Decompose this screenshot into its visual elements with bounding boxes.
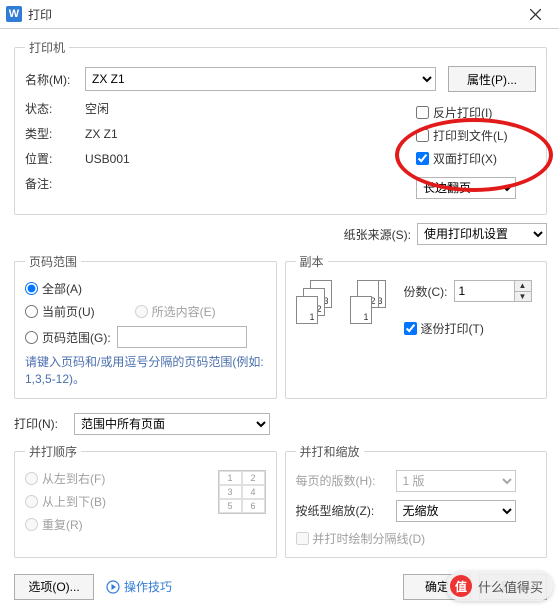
order-repeat: 重复(R)	[25, 516, 208, 533]
close-button[interactable]	[515, 1, 555, 27]
collate-checkbox[interactable]: 逐份打印(T)	[404, 320, 532, 337]
range-pages-input[interactable]	[117, 326, 247, 348]
type-value: ZX Z1	[85, 127, 118, 141]
app-icon: W	[6, 6, 22, 22]
range-all[interactable]: 全部(A)	[25, 280, 266, 297]
order-lr: 从左到右(F)	[25, 470, 208, 487]
watermark: 值 什么值得买	[446, 571, 553, 601]
scale-to-paper-label: 按纸型缩放(Z):	[296, 502, 396, 519]
printer-group: 打印机 名称(M): ZX Z1 属性(P)... 状态:空闲 类型:ZX Z1…	[14, 39, 547, 215]
range-current[interactable]: 当前页(U)	[25, 303, 95, 320]
where-label: 位置:	[25, 150, 85, 167]
type-label: 类型:	[25, 125, 85, 142]
name-label: 名称(M):	[25, 71, 85, 88]
duplex-label: 双面打印(X)	[433, 150, 497, 167]
reverse-print-label: 反片打印(I)	[433, 104, 492, 121]
status-value: 空闲	[85, 100, 109, 117]
pages-per-sheet-select: 1 版	[396, 470, 516, 492]
spin-up[interactable]: ▲	[515, 281, 531, 292]
print-order-legend: 并打顺序	[25, 443, 81, 460]
comment-label: 备注:	[25, 175, 85, 192]
order-grid-icon: 123456	[218, 470, 266, 514]
close-icon	[530, 9, 541, 20]
pages-per-sheet-label: 每页的版数(H):	[296, 472, 396, 489]
range-hint: 请键入页码和/或用逗号分隔的页码范围(例如: 1,3,5-12)。	[25, 354, 266, 388]
print-what-label: 打印(N):	[14, 415, 74, 432]
copies-count-label: 份数(C):	[404, 283, 448, 300]
scale-to-paper-select[interactable]: 无缩放	[396, 500, 516, 522]
window-title: 打印	[28, 6, 515, 23]
copies-legend: 副本	[296, 253, 328, 270]
range-pages[interactable]: 页码范围(G):	[25, 329, 111, 346]
print-order-group: 并打顺序 从左到右(F) 从上到下(B) 重复(R) 123456	[14, 443, 277, 558]
print-to-file-checkbox[interactable]: 打印到文件(L)	[416, 127, 536, 144]
copies-group: 副本 3 2 1 3 2 1 份数(C):	[285, 253, 548, 399]
print-what-select[interactable]: 范围中所有页面	[74, 413, 270, 435]
watermark-badge-icon: 值	[450, 575, 472, 597]
paper-source-label: 纸张来源(S):	[344, 226, 411, 243]
play-icon	[106, 580, 120, 594]
draw-lines-checkbox: 并打时绘制分隔线(D)	[296, 530, 537, 547]
page-range-legend: 页码范围	[25, 253, 81, 270]
paper-source-select[interactable]: 使用打印机设置	[417, 223, 547, 245]
range-selection: 所选内容(E)	[135, 303, 216, 320]
copies-spinner[interactable]: ▲▼	[454, 280, 532, 302]
tips-link[interactable]: 操作技巧	[106, 578, 172, 595]
reverse-print-checkbox[interactable]: 反片打印(I)	[416, 104, 536, 121]
page-range-group: 页码范围 全部(A) 当前页(U) 所选内容(E) 页码范围(G): 请键入页码…	[14, 253, 277, 399]
options-button[interactable]: 选项(O)...	[14, 574, 94, 600]
scale-group: 并打和缩放 每页的版数(H): 1 版 按纸型缩放(Z): 无缩放 并打时绘制分…	[285, 443, 548, 558]
properties-button[interactable]: 属性(P)...	[448, 66, 536, 92]
status-label: 状态:	[25, 100, 85, 117]
duplex-mode-select[interactable]: 长边翻页	[416, 177, 516, 199]
duplex-checkbox[interactable]: 双面打印(X)	[416, 150, 536, 167]
order-tb: 从上到下(B)	[25, 493, 208, 510]
spin-down[interactable]: ▼	[515, 292, 531, 302]
collate-preview-icon: 3 2 1 3 2 1	[296, 280, 390, 328]
print-to-file-label: 打印到文件(L)	[433, 127, 508, 144]
scale-legend: 并打和缩放	[296, 443, 364, 460]
where-value: USB001	[85, 152, 130, 166]
copies-input[interactable]	[454, 280, 514, 302]
printer-name-select[interactable]: ZX Z1	[85, 67, 436, 91]
printer-legend: 打印机	[25, 39, 69, 56]
